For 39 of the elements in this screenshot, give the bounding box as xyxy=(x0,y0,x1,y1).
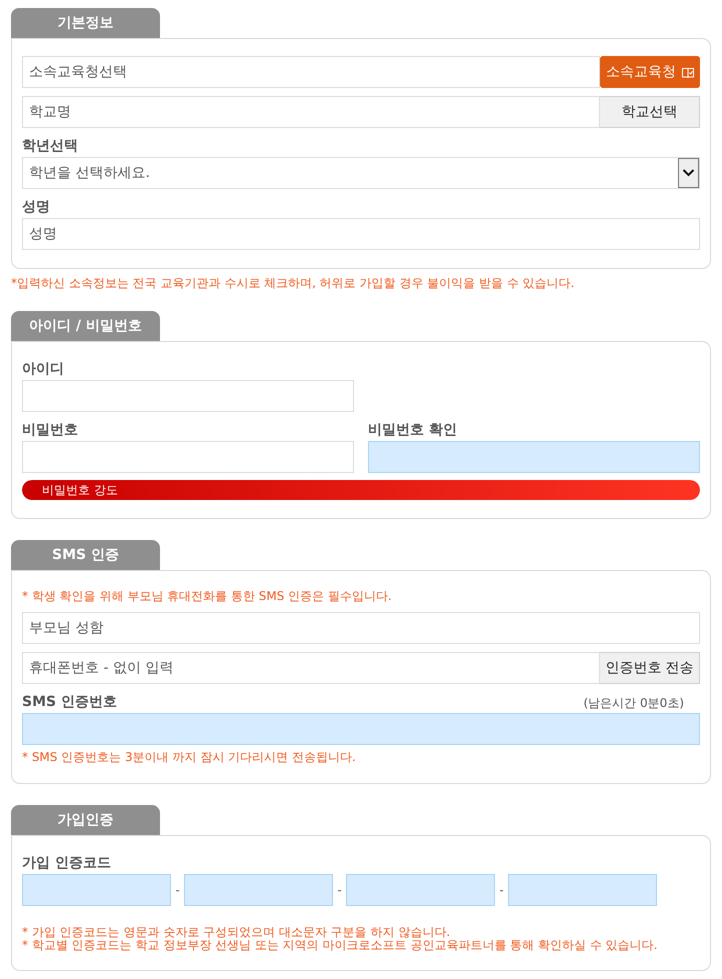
section-title: 아이디 / 비밀번호 xyxy=(11,311,160,341)
code-input-field[interactable] xyxy=(184,874,333,906)
input-field[interactable]: 학교명 xyxy=(22,96,600,128)
separator-text: - xyxy=(498,882,505,898)
section-title: 가입인증 xyxy=(11,805,160,835)
note-text: * 학생 확인을 위해 부모님 휴대전화를 통한 SMS 인증은 필수입니다. xyxy=(22,588,392,604)
field-label: 학년선택 xyxy=(22,137,78,156)
select-field[interactable]: 학년을 선택하세요. xyxy=(22,157,700,189)
input-field[interactable]: 소속교육청선택 xyxy=(22,56,600,88)
note-text: *입력하신 소속정보는 전국 교육기관과 수시로 체크하며, 허위로 가입할 경우 불이익을 받을 수 있습니다. xyxy=(11,276,574,290)
separator-text: - xyxy=(336,882,343,898)
primary-button[interactable]: 소속교육청 xyxy=(600,56,700,88)
code-input-field[interactable] xyxy=(508,874,657,906)
section-title: SMS 인증 xyxy=(11,540,160,570)
secondary-button[interactable]: 인증번호 전송 xyxy=(600,652,700,684)
field-label: SMS 인증번호 xyxy=(22,693,117,712)
secondary-button[interactable]: 학교선택 xyxy=(600,96,700,128)
code-input-field[interactable] xyxy=(346,874,495,906)
note-text: * 학교별 인증코드는 학교 정보부장 선생님 또는 지역의 마이크로소프트 공인교육파트너를 통해 확인하실 수 있습니다. xyxy=(22,939,658,952)
field-label: 비밀번호 확인 xyxy=(368,421,457,440)
field-label: 비밀번호 xyxy=(22,421,78,440)
note-text: * SMS 인증번호는 3분이내 까지 잠시 기다리시면 전송됩니다. xyxy=(22,749,356,765)
note-text: * 가입 인증코드는 영문과 숫자로 구성되었으며 대소문자 구분을 하지 않습니다. xyxy=(22,926,450,939)
input-field[interactable] xyxy=(22,441,354,473)
field-label: 가입 인증코드 xyxy=(22,854,111,873)
field-label: 아이디 xyxy=(22,360,64,379)
hint-text: (남은시간 0분0초) xyxy=(584,694,685,710)
field-label: 성명 xyxy=(22,198,50,217)
book-icon xyxy=(682,66,694,78)
input-field[interactable]: 휴대폰번호 - 없이 입력 xyxy=(22,652,600,684)
input-field[interactable] xyxy=(22,380,354,412)
input-field[interactable] xyxy=(22,713,700,745)
input-field[interactable]: 부모님 성함 xyxy=(22,612,700,644)
code-input-field[interactable] xyxy=(22,874,171,906)
input-field[interactable] xyxy=(368,441,700,473)
meter-label: 비밀번호 강도 xyxy=(42,482,118,499)
input-field[interactable]: 성명 xyxy=(22,218,700,250)
section-title: 기본정보 xyxy=(11,8,160,38)
separator-text: - xyxy=(174,882,181,898)
